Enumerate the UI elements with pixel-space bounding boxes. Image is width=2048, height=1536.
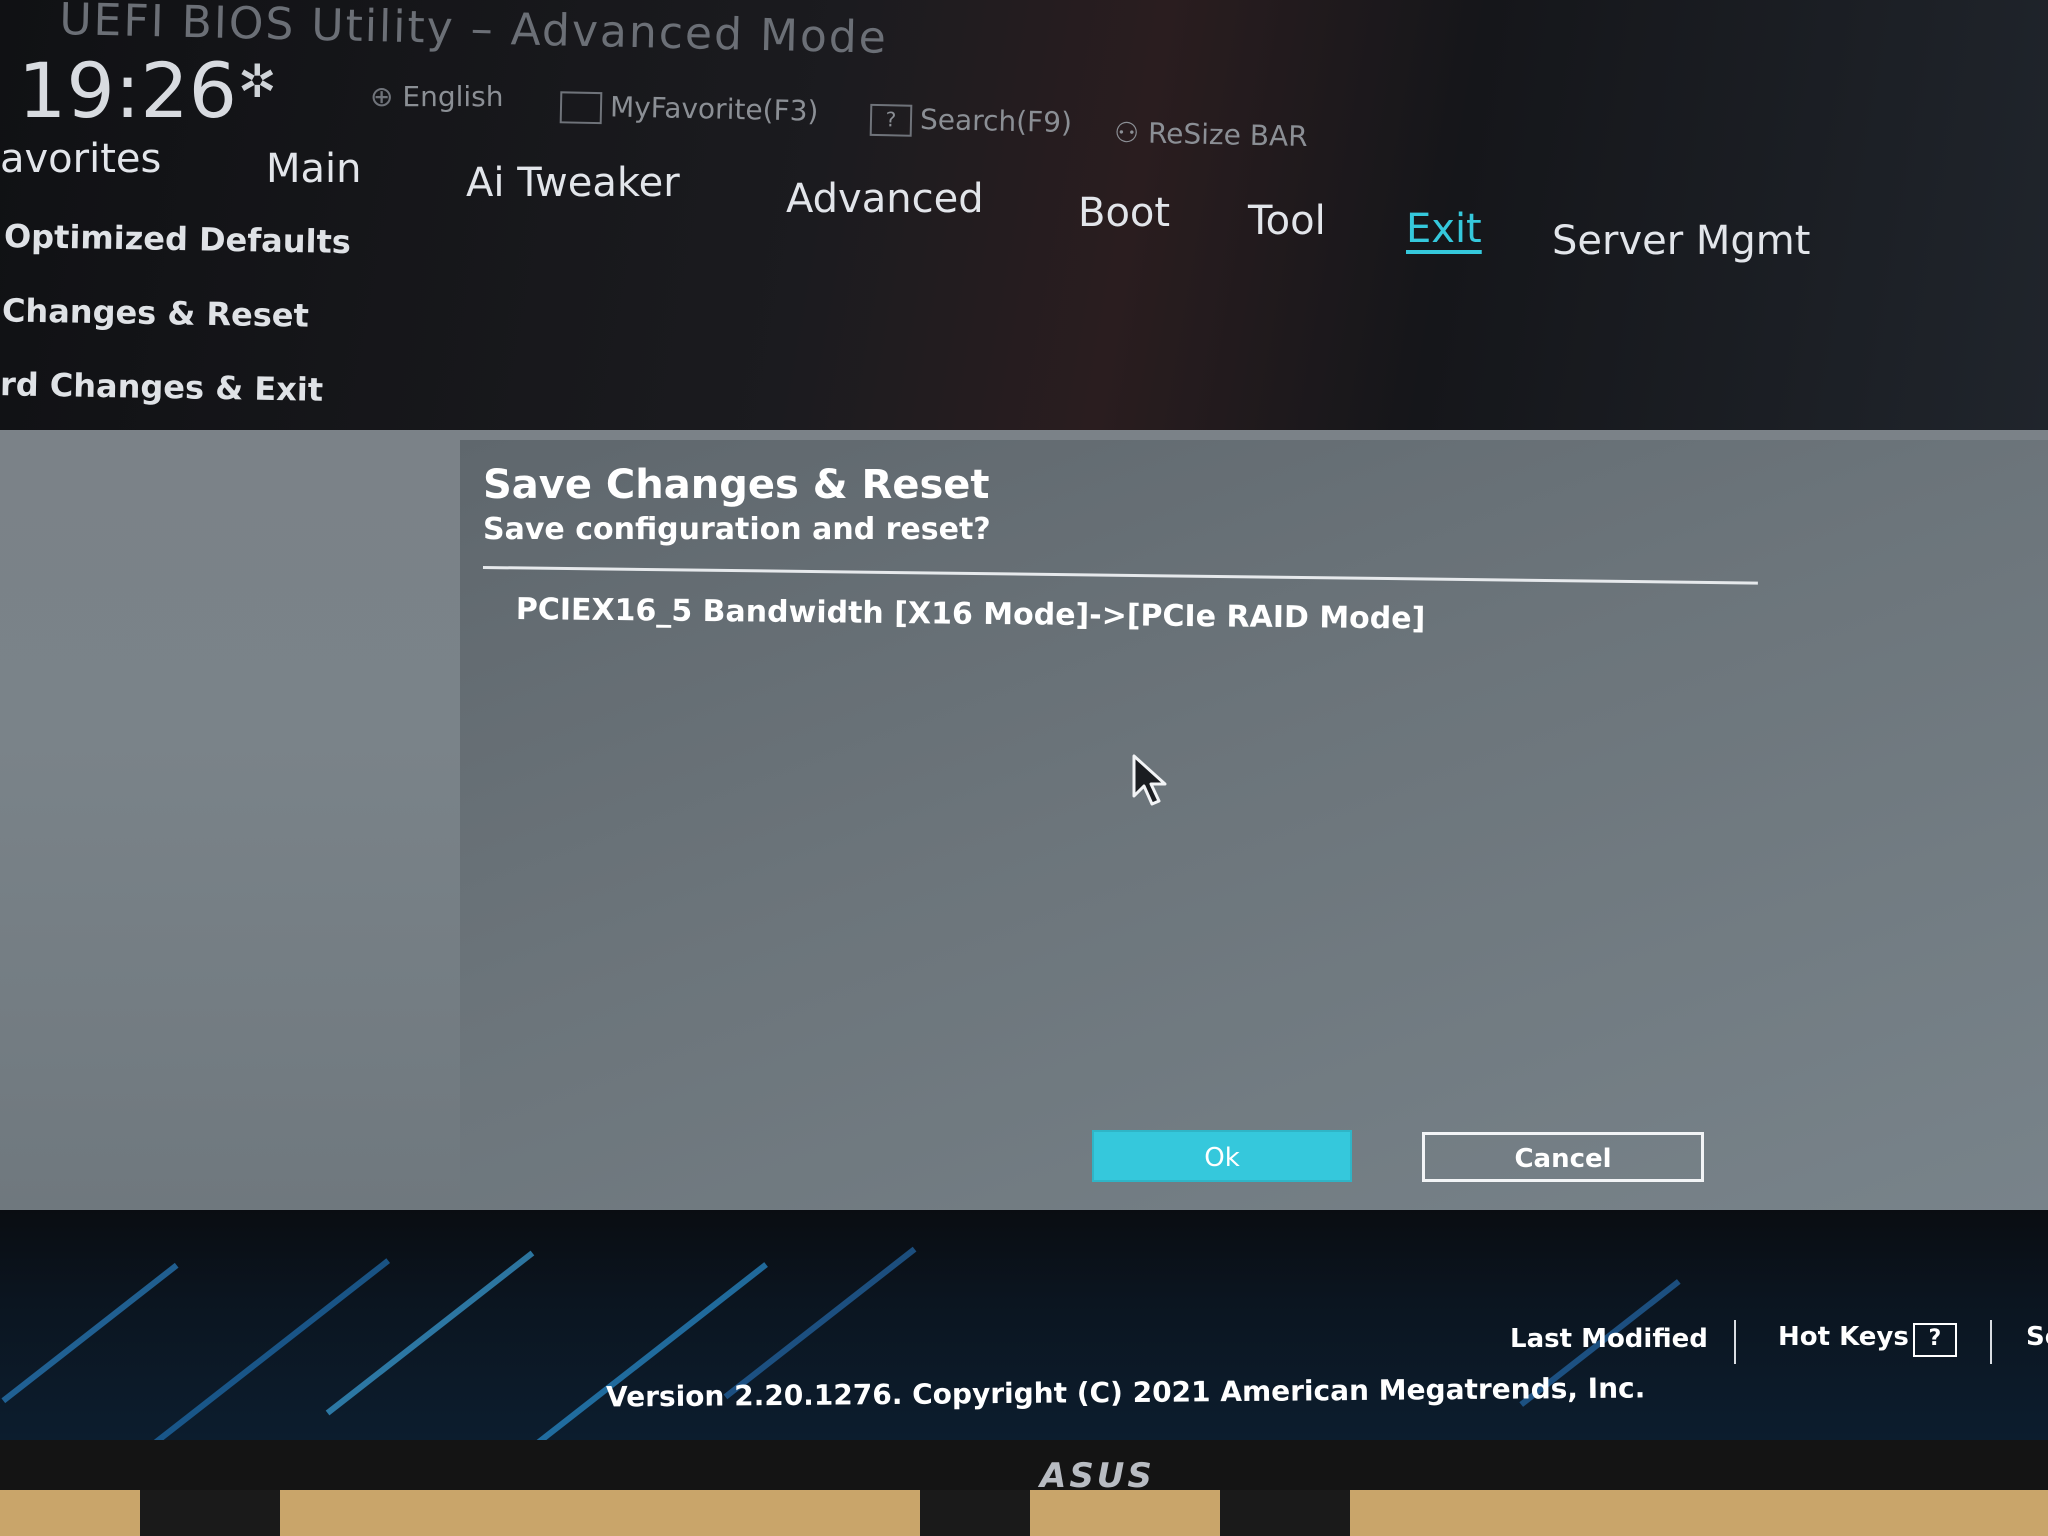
- mouse-pointer-icon: [1132, 754, 1167, 806]
- tab-main[interactable]: Main: [266, 146, 362, 192]
- dialog-subtitle: Save configuration and reset?: [483, 512, 991, 547]
- tab-advanced[interactable]: Advanced: [786, 176, 984, 222]
- menu-load-optimized-defaults[interactable]: Optimized Defaults: [4, 217, 352, 261]
- tab-exit[interactable]: Exit: [1406, 206, 1482, 252]
- search-label: Search(F9): [919, 102, 1073, 140]
- clock: 19:26: [18, 46, 238, 135]
- last-modified-button[interactable]: Last Modified: [1510, 1324, 1708, 1354]
- help-search-icon: ?: [869, 103, 913, 137]
- favorite-icon: [559, 91, 603, 125]
- monitor-stand: [920, 1490, 1030, 1536]
- tab-boot[interactable]: Boot: [1078, 190, 1170, 236]
- footer-truncated-item[interactable]: Se: [2026, 1322, 2048, 1352]
- confirm-dialog: [460, 440, 2048, 1210]
- tab-server-mgmt[interactable]: Server Mgmt: [1552, 218, 1810, 264]
- hot-keys-label: Hot Keys: [1778, 1322, 1909, 1352]
- myfavorite-label: MyFavorite(F3): [609, 90, 819, 128]
- language-label: English: [402, 80, 504, 113]
- menu-save-changes-reset[interactable]: Changes & Reset: [2, 291, 309, 334]
- menu-discard-changes-exit[interactable]: rd Changes & Exit: [0, 365, 323, 409]
- language-selector[interactable]: ⊕ English: [370, 80, 503, 113]
- resize-bar-label: ReSize BAR: [1147, 116, 1308, 154]
- dialog-title: Save Changes & Reset: [483, 462, 990, 508]
- monitor-stand: [140, 1490, 280, 1536]
- help-key-icon: ?: [1912, 1323, 1957, 1357]
- gear-icon[interactable]: ✲: [238, 54, 277, 108]
- cancel-button[interactable]: Cancel: [1422, 1132, 1704, 1182]
- monitor-stand: [1220, 1490, 1350, 1536]
- footer-separator: [1734, 1320, 1736, 1364]
- hot-keys-button[interactable]: Hot Keys?: [1778, 1322, 1957, 1357]
- resize-bar-button[interactable]: ⚇ ReSize BAR: [1114, 116, 1308, 153]
- resize-bar-icon: ⚇: [1113, 115, 1149, 150]
- globe-icon: ⊕: [370, 80, 403, 113]
- tab-tool[interactable]: Tool: [1248, 198, 1326, 244]
- decor-streak: [512, 1262, 768, 1440]
- tab-favorites[interactable]: avorites: [0, 136, 161, 182]
- myfavorite-button[interactable]: MyFavorite(F3): [559, 89, 819, 128]
- footer-separator: [1990, 1320, 1992, 1364]
- decor-streak: [1, 1262, 179, 1404]
- decor-streak: [325, 1250, 535, 1416]
- ok-button[interactable]: Ok: [1092, 1130, 1352, 1182]
- asus-logo: ASUS: [1040, 1456, 1155, 1496]
- tab-ai-tweaker[interactable]: Ai Tweaker: [466, 160, 680, 206]
- bios-screen: UEFI BIOS Utility – Advanced Mode 19:26 …: [0, 0, 2048, 1440]
- search-button[interactable]: ? Search(F9): [869, 102, 1073, 140]
- decor-streak: [149, 1258, 391, 1440]
